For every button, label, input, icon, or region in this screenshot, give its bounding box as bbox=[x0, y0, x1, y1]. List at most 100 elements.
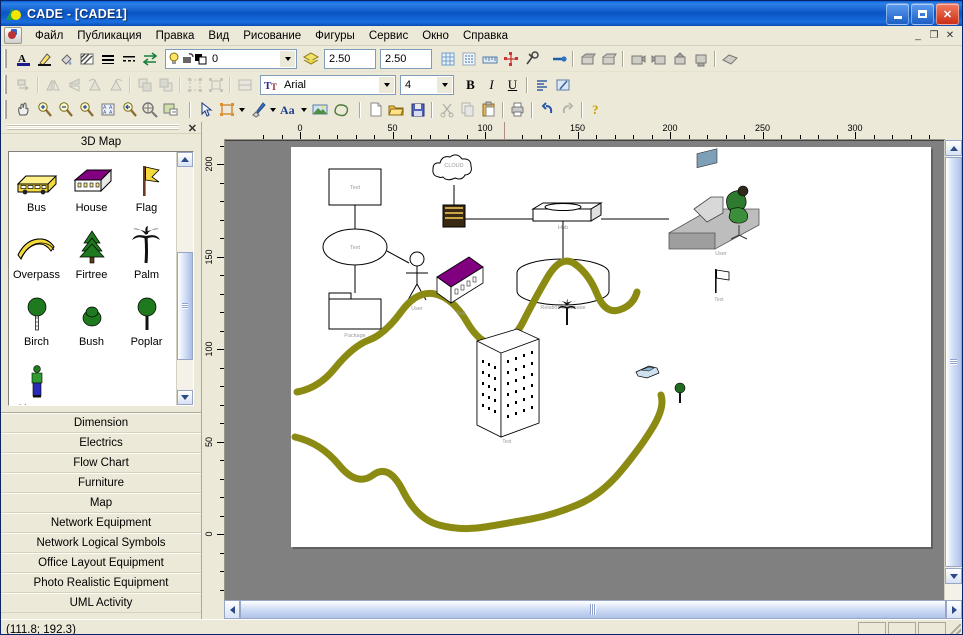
group-icon[interactable] bbox=[184, 75, 205, 95]
menu-edit[interactable]: Правка bbox=[149, 28, 202, 44]
copy-icon[interactable] bbox=[457, 100, 478, 120]
view3d-2-icon[interactable] bbox=[598, 49, 619, 69]
menu-view[interactable]: Вид bbox=[201, 28, 236, 44]
zoom-window-icon[interactable] bbox=[76, 100, 97, 120]
select-shape-icon[interactable] bbox=[216, 100, 237, 120]
shape-item-poplar[interactable]: Poplar bbox=[119, 292, 174, 359]
save-disk-icon[interactable] bbox=[407, 100, 428, 120]
brush-icon[interactable] bbox=[247, 100, 268, 120]
close-icon[interactable]: ✕ bbox=[188, 122, 197, 135]
category-dimension[interactable]: Dimension bbox=[1, 413, 201, 433]
scroll-right-icon[interactable] bbox=[946, 600, 962, 619]
category-office-layout-equipment[interactable]: Office Layout Equipment bbox=[1, 553, 201, 573]
order-icon[interactable] bbox=[13, 75, 34, 95]
flip-vertical-icon[interactable] bbox=[63, 75, 84, 95]
category-uml-activity[interactable]: UML Activity bbox=[1, 593, 201, 613]
text-align-icon[interactable] bbox=[531, 75, 552, 95]
cut-scissors-icon[interactable] bbox=[436, 100, 457, 120]
camera-front-icon[interactable] bbox=[627, 49, 648, 69]
line-color-icon[interactable] bbox=[34, 49, 55, 69]
redo-icon[interactable] bbox=[557, 100, 578, 120]
snap-grid-icon[interactable] bbox=[458, 49, 479, 69]
chevron-down-icon[interactable] bbox=[436, 76, 452, 93]
camera-back-icon[interactable] bbox=[690, 49, 711, 69]
shape-item-birch[interactable]: Birch bbox=[9, 292, 64, 359]
horizontal-scrollbar[interactable] bbox=[224, 600, 962, 619]
close-button[interactable]: ✕ bbox=[936, 3, 959, 25]
category-electrics[interactable]: Electrics bbox=[1, 433, 201, 453]
line-weight-icon[interactable] bbox=[97, 49, 118, 69]
text-properties-icon[interactable] bbox=[552, 75, 573, 95]
category-furniture[interactable]: Furniture bbox=[1, 473, 201, 493]
ungroup-icon[interactable] bbox=[205, 75, 226, 95]
vertical-ruler[interactable]: 200 150 100 50 0 bbox=[202, 140, 225, 600]
align-icon[interactable] bbox=[234, 75, 255, 95]
undo-icon[interactable] bbox=[536, 100, 557, 120]
zoom-all-icon[interactable] bbox=[139, 100, 160, 120]
snap-point-icon[interactable] bbox=[500, 49, 521, 69]
canvas-viewport[interactable]: Text Text Package User CLOUD Relation Da… bbox=[225, 140, 944, 600]
ruler-icon[interactable] bbox=[479, 49, 500, 69]
camera-iso-icon[interactable] bbox=[719, 49, 740, 69]
font-color-icon[interactable]: A bbox=[13, 49, 34, 69]
mdi-restore-button[interactable]: ❐ bbox=[926, 28, 942, 43]
shape-item-firtree[interactable]: Firtree bbox=[64, 225, 119, 292]
width-field[interactable]: 2.50 bbox=[324, 48, 376, 69]
shape-item-overpass[interactable]: Overpass bbox=[9, 225, 64, 292]
vertical-scrollbar-thumb[interactable] bbox=[945, 157, 962, 567]
rotate-left-icon[interactable] bbox=[84, 75, 105, 95]
stencil-scrollbar[interactable] bbox=[176, 152, 193, 405]
category-flow-chart[interactable]: Flow Chart bbox=[1, 453, 201, 473]
scroll-down-icon[interactable] bbox=[945, 568, 962, 584]
horizontal-scrollbar-thumb[interactable] bbox=[240, 600, 946, 619]
image-tool-icon[interactable] bbox=[309, 100, 330, 120]
new-file-icon[interactable] bbox=[365, 100, 386, 120]
underline-button[interactable]: U bbox=[502, 75, 523, 95]
resize-grip[interactable] bbox=[947, 624, 961, 634]
toolbar-grip[interactable] bbox=[4, 49, 9, 68]
settings-tools-icon[interactable] bbox=[521, 49, 542, 69]
horizontal-ruler[interactable]: 0 50 100 150 200 250 300 bbox=[224, 122, 945, 140]
height-field[interactable]: 2.50 bbox=[380, 48, 432, 69]
toolbar-grip[interactable] bbox=[4, 100, 9, 119]
chevron-down-icon[interactable] bbox=[378, 76, 394, 93]
chevron-down-icon[interactable] bbox=[299, 100, 309, 120]
mdi-close-button[interactable]: ✕ bbox=[942, 28, 958, 43]
document-icon[interactable] bbox=[4, 27, 22, 44]
scroll-left-icon[interactable] bbox=[224, 600, 240, 619]
open-folder-icon[interactable] bbox=[386, 100, 407, 120]
zoom-fit-icon[interactable]: AAAA bbox=[97, 100, 118, 120]
zoom-selection-icon[interactable] bbox=[160, 100, 181, 120]
scrollbar-thumb[interactable] bbox=[177, 252, 193, 360]
category-network-equipment[interactable]: Network Equipment bbox=[1, 513, 201, 533]
send-back-icon[interactable] bbox=[155, 75, 176, 95]
menu-draw[interactable]: Рисование bbox=[236, 28, 308, 44]
view3d-1-icon[interactable] bbox=[577, 49, 598, 69]
flip-horizontal-icon[interactable] bbox=[42, 75, 63, 95]
grid-icon[interactable] bbox=[437, 49, 458, 69]
layers-icon[interactable] bbox=[300, 49, 321, 69]
chevron-down-icon[interactable] bbox=[268, 100, 278, 120]
scroll-up-icon[interactable] bbox=[945, 140, 962, 156]
stencil-titlebar[interactable]: ✕ bbox=[1, 122, 201, 135]
font-size-combo[interactable]: 4 bbox=[400, 74, 454, 95]
text-tool-icon[interactable]: Aa bbox=[278, 100, 299, 120]
chevron-down-icon[interactable] bbox=[279, 50, 295, 67]
mdi-minimize-button[interactable]: _ bbox=[910, 28, 926, 43]
pan-hand-icon[interactable] bbox=[13, 100, 34, 120]
vertical-scrollbar[interactable] bbox=[944, 140, 962, 600]
pointer-icon[interactable] bbox=[195, 100, 216, 120]
bold-button[interactable]: B bbox=[460, 75, 481, 95]
scroll-up-icon[interactable] bbox=[177, 152, 193, 167]
print-icon[interactable] bbox=[507, 100, 528, 120]
freeform-icon[interactable] bbox=[330, 100, 351, 120]
layer-combo[interactable]: 0 bbox=[165, 48, 297, 69]
line-arrows-icon[interactable] bbox=[139, 49, 160, 69]
menu-help[interactable]: Справка bbox=[456, 28, 515, 44]
shape-item-bush[interactable]: Bush bbox=[64, 292, 119, 359]
category-map[interactable]: Map bbox=[1, 493, 201, 513]
toolbar-grip[interactable] bbox=[4, 75, 9, 94]
bring-front-icon[interactable] bbox=[134, 75, 155, 95]
zoom-in-icon[interactable] bbox=[34, 100, 55, 120]
shape-item-human[interactable]: Human bbox=[9, 359, 64, 405]
